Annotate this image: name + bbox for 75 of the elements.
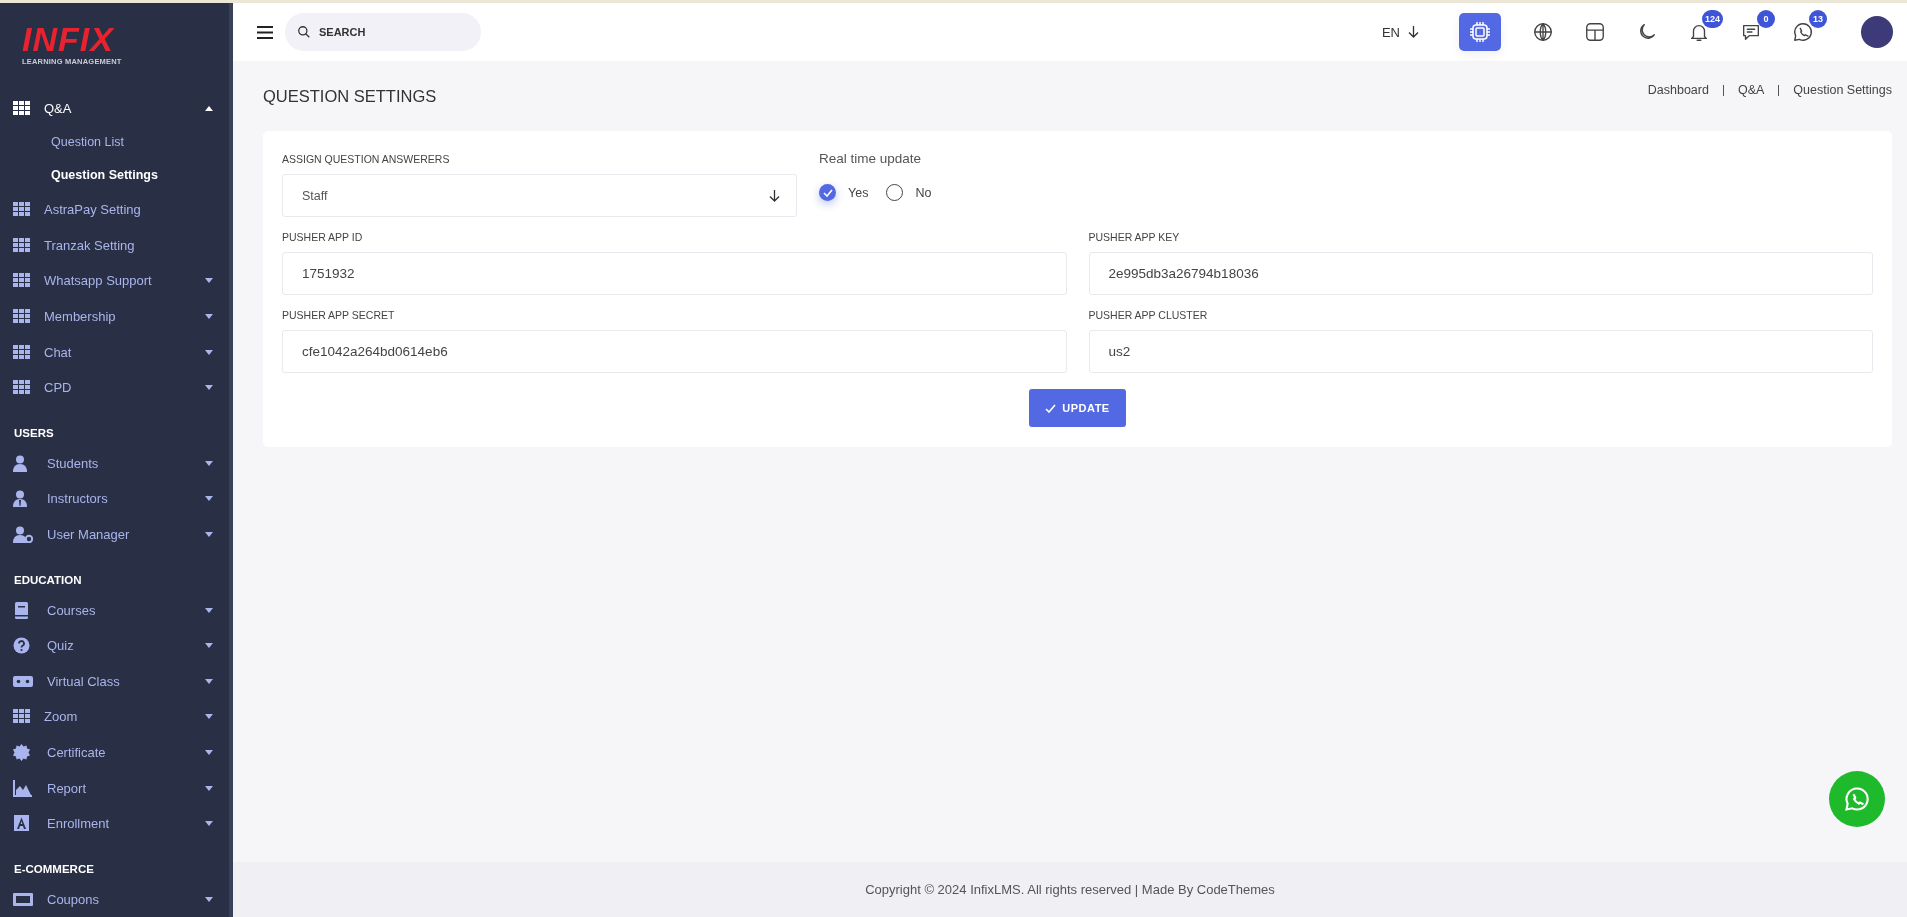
- sidebar-item[interactable]: Enrollment: [0, 805, 229, 842]
- sidebar-item[interactable]: Students: [0, 445, 229, 482]
- field-label: ASSIGN QUESTION ANSWERERS: [282, 153, 451, 165]
- input-field[interactable]: cfe1042a264bd0614eb6: [282, 330, 1067, 373]
- avatar[interactable]: [1861, 16, 1893, 48]
- layout-icon: [1584, 21, 1606, 43]
- sidebar-heading: EDUCATION: [13, 573, 83, 589]
- sidebar-item[interactable]: Quiz: [0, 627, 229, 664]
- breadcrumb-link[interactable]: Dashboard: [1647, 83, 1709, 97]
- user-gear-icon: [13, 525, 33, 543]
- answerers-select[interactable]: Staff: [282, 174, 797, 217]
- sidebar-subitem[interactable]: Question Settings: [0, 158, 229, 192]
- field-label: PUSHER APP KEY: [1088, 231, 1181, 243]
- menu-icon[interactable]: [257, 25, 273, 39]
- grid-icon: [13, 202, 30, 218]
- ai-chip-button[interactable]: [1459, 13, 1501, 51]
- sidebar-item[interactable]: CPD: [0, 369, 229, 406]
- sidebar-item[interactable]: Membership: [0, 298, 229, 335]
- sidebar-item[interactable]: AstraPay Setting: [0, 191, 229, 228]
- sidebar-item[interactable]: Courses: [0, 592, 229, 628]
- whatsapp-chat-button[interactable]: [1829, 771, 1885, 827]
- radio-button[interactable]: [819, 184, 836, 201]
- sidebar-heading: USERS: [13, 426, 55, 442]
- input-field[interactable]: us2: [1088, 330, 1873, 373]
- field-label: PUSHER APP SECRET: [282, 309, 396, 321]
- sidebar-item[interactable]: Certificate: [0, 734, 229, 771]
- chip-icon: [1468, 20, 1492, 44]
- sidebar-item[interactable]: Q&A: [0, 90, 229, 126]
- badge-icon: [13, 743, 33, 761]
- sidebar-item[interactable]: Report: [0, 770, 229, 806]
- grid-icon: [13, 100, 30, 116]
- grid-icon: [13, 273, 30, 289]
- grid-icon: [13, 237, 30, 253]
- phone-bubble-icon: [1843, 785, 1871, 813]
- globe-icon: [1532, 21, 1554, 43]
- radio-group-label: Real time update: [819, 151, 923, 166]
- whatsapp-count: 13: [1809, 10, 1827, 28]
- sidebar-subitem[interactable]: Question List: [0, 125, 229, 159]
- language-selector[interactable]: EN: [1375, 23, 1425, 41]
- notification-count: 124: [1701, 10, 1723, 28]
- area-chart-icon: [13, 779, 33, 797]
- sidebar-item[interactable]: Whatsapp Support: [0, 263, 229, 299]
- input-field[interactable]: 2e995db3a26794b18036: [1088, 252, 1873, 295]
- update-button[interactable]: UPDATE: [1029, 389, 1126, 427]
- field-label: PUSHER APP CLUSTER: [1088, 309, 1209, 321]
- phone-bubble-icon: [1792, 21, 1814, 43]
- sidebar-item[interactable]: Chat: [0, 334, 229, 370]
- breadcrumb-link[interactable]: Q&A: [1737, 83, 1765, 97]
- sidebar-item[interactable]: User Manager: [0, 516, 229, 553]
- grid-icon: [13, 309, 30, 324]
- grid-icon: [13, 380, 30, 396]
- radio-option[interactable]: Yes: [819, 184, 869, 201]
- field-label: PUSHER APP ID: [282, 231, 364, 243]
- sidebar-heading: E-COMMERCE: [13, 862, 95, 878]
- check-icon: [1045, 403, 1057, 413]
- sidebar-item[interactable]: Tranzak Setting: [0, 227, 229, 264]
- arrow-down-icon: [1408, 26, 1419, 38]
- radio-button[interactable]: [886, 184, 904, 201]
- logo-title: INFIX: [22, 21, 116, 57]
- breadcrumb-link[interactable]: Question Settings: [1793, 83, 1892, 97]
- grid-icon: [13, 709, 30, 725]
- grid-icon: [13, 344, 30, 360]
- input-field[interactable]: 1751932: [282, 252, 1067, 295]
- check-icon: [822, 188, 833, 197]
- sidebar-item[interactable]: Coupons: [0, 881, 229, 917]
- sidebar-item[interactable]: Zoom: [0, 699, 229, 735]
- page-title: QUESTION SETTINGS: [263, 86, 437, 106]
- message-count: 0: [1757, 10, 1775, 28]
- sidebar-item[interactable]: Instructors: [0, 481, 229, 517]
- arrow-down-icon: [769, 189, 780, 202]
- footer-text: Copyright © 2024 InfixLMS. All rights reserved | Made By CodeThemes: [865, 882, 1275, 897]
- search-icon: [297, 25, 311, 39]
- radio-option[interactable]: No: [886, 184, 932, 201]
- sidebar-item[interactable]: Virtual Class: [0, 663, 229, 700]
- search-field[interactable]: SEARCH: [285, 13, 481, 51]
